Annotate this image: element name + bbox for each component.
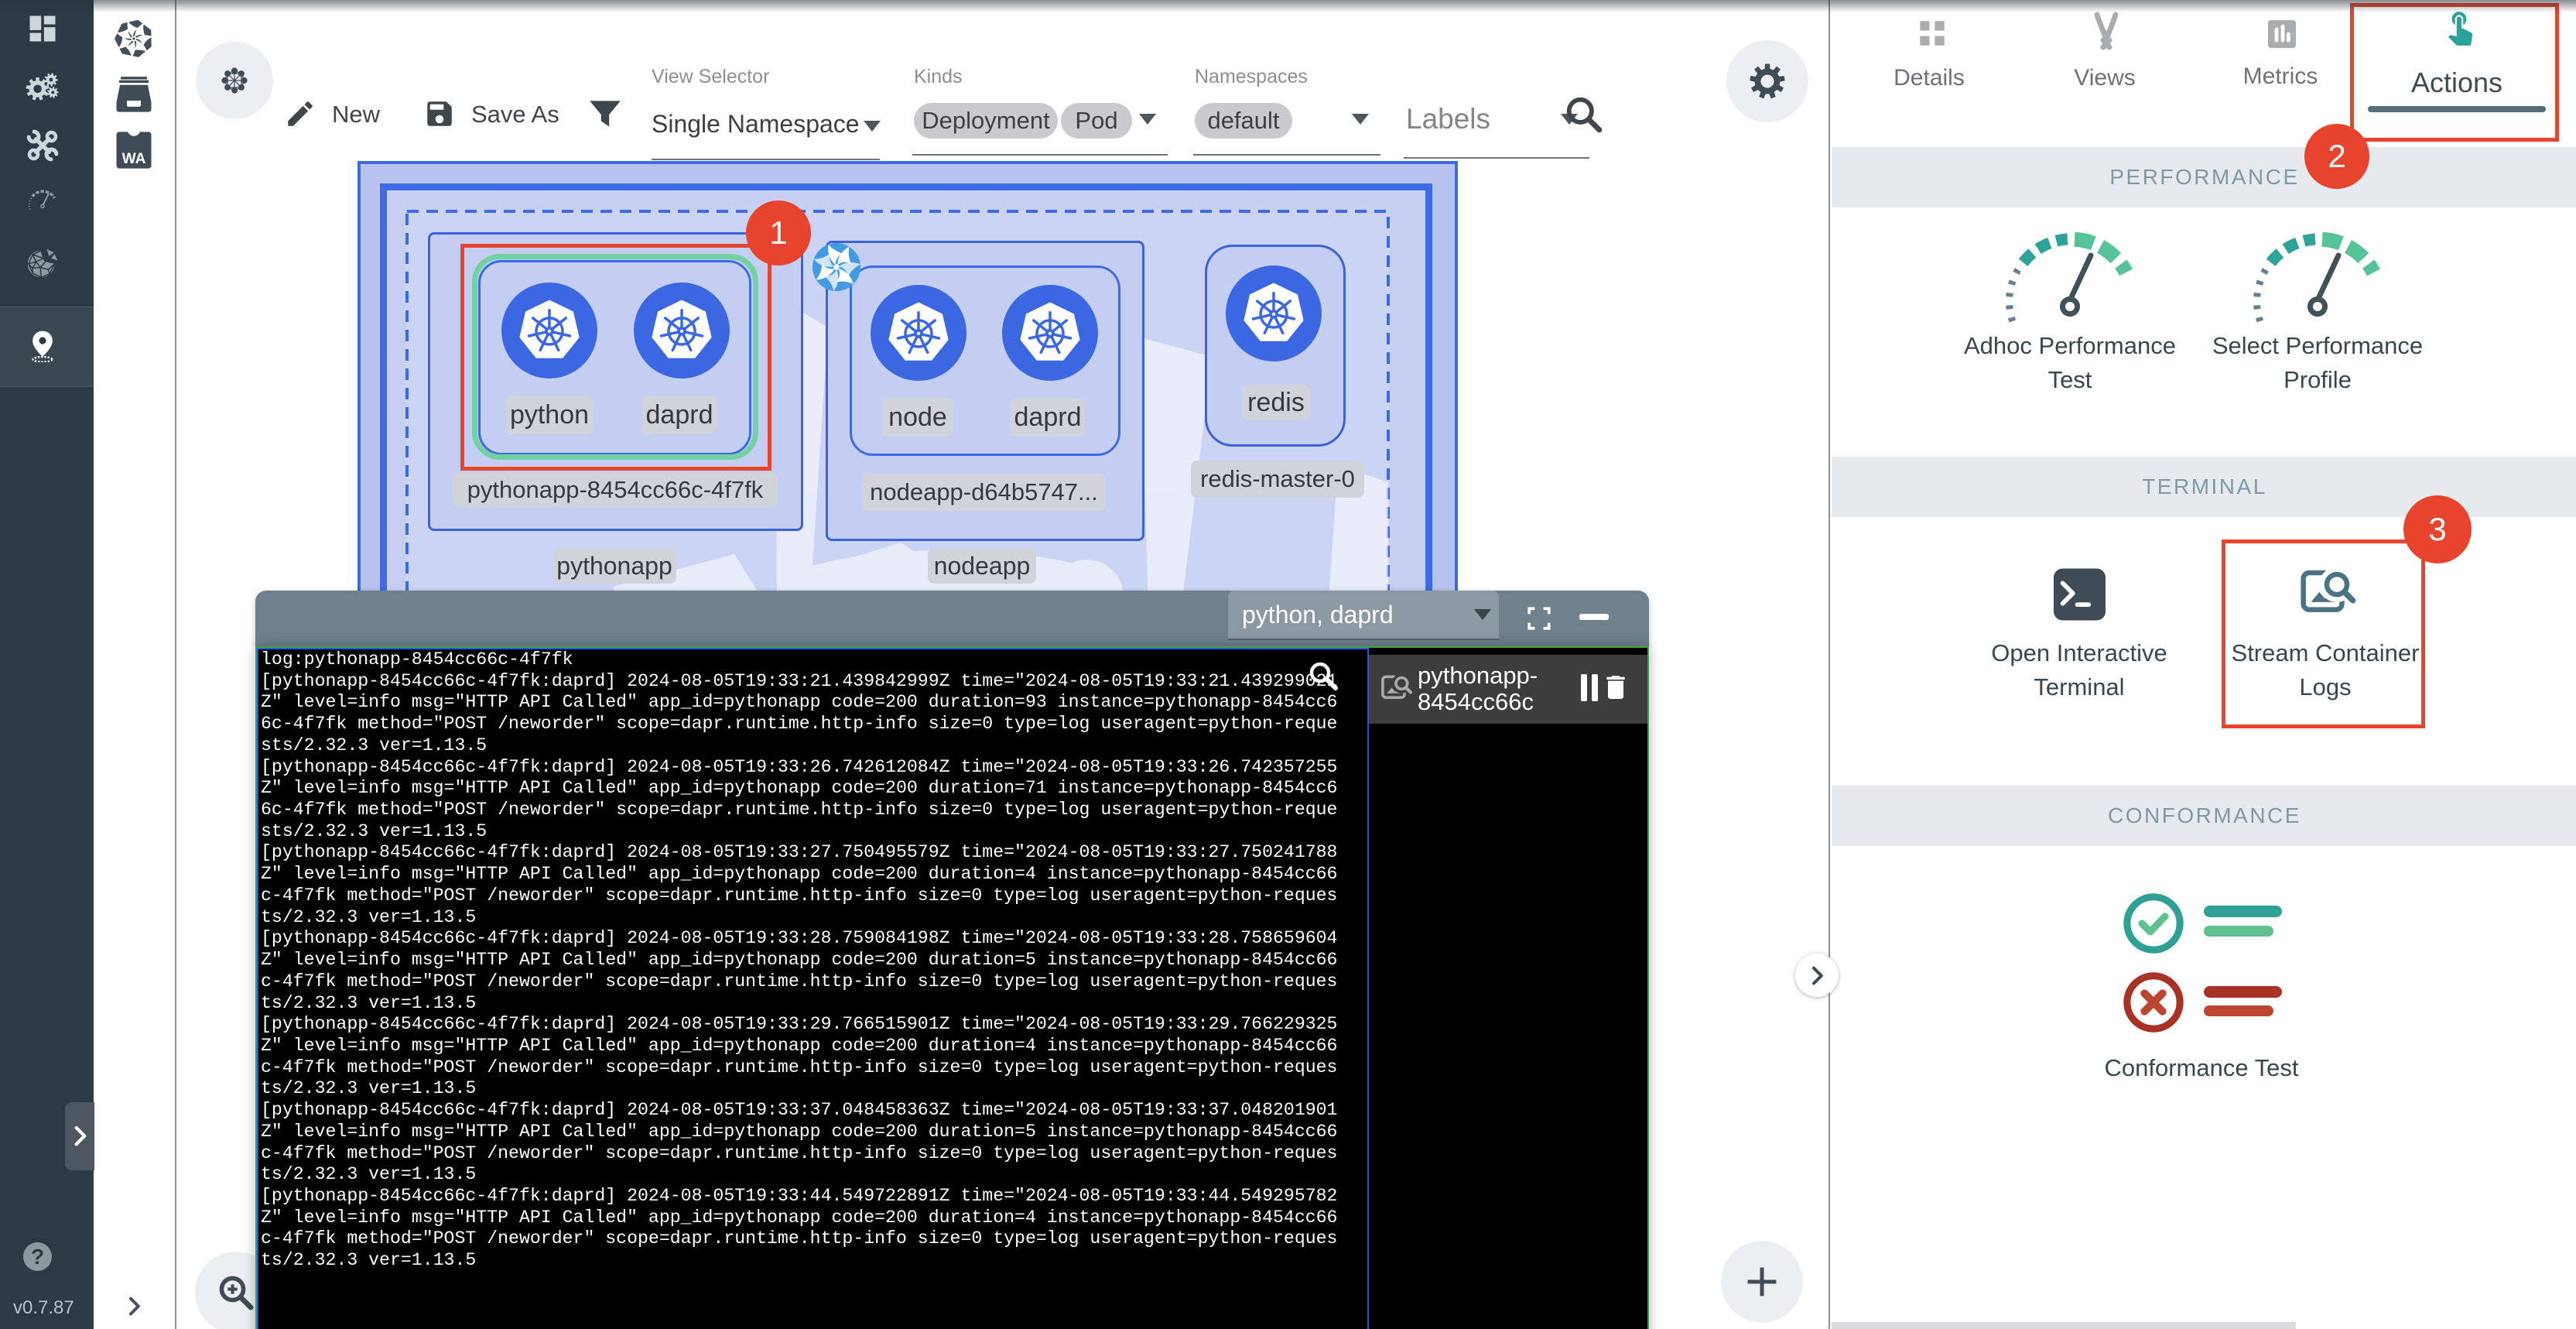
svg-text:WA: WA: [122, 151, 146, 167]
